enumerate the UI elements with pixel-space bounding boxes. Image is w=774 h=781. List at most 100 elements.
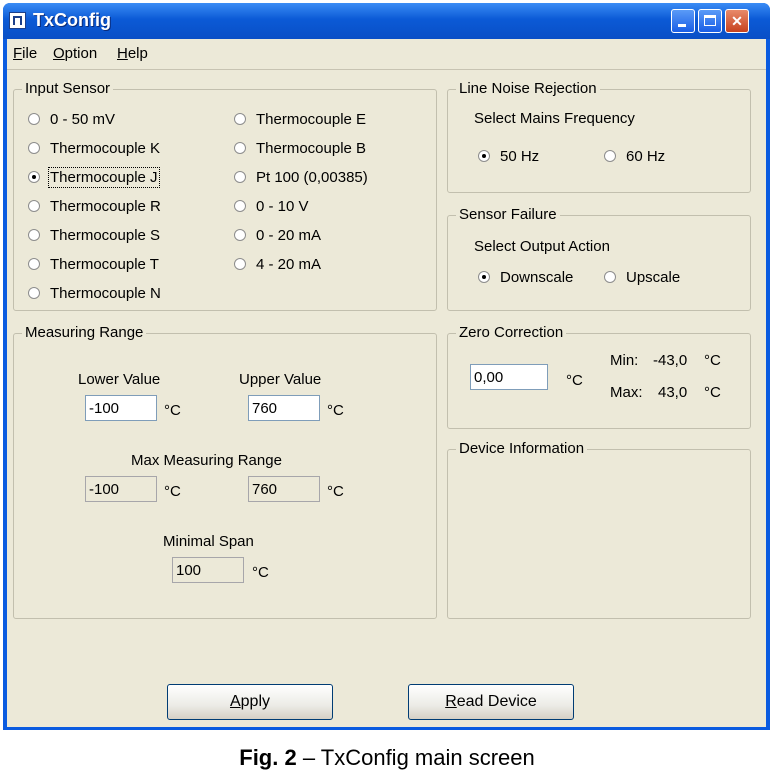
input-sensor-group: Input Sensor 0 - 50 mV Thermocouple K Ther…	[13, 80, 437, 311]
lower-value-input[interactable]	[85, 395, 157, 421]
max-value: 43,0	[658, 384, 688, 401]
sensor-label-thermocouple-t: Thermocouple T	[50, 255, 159, 273]
sensor-radio-0-50-mv[interactable]	[28, 113, 40, 125]
sensor-radio-thermocouple-j[interactable]	[28, 171, 40, 183]
max-upper-field	[248, 476, 320, 502]
sensor-label-0-50-mv: 0 - 50 mV	[50, 110, 116, 128]
sensor-label-thermocouple-j: Thermocouple J	[48, 166, 160, 188]
radio-50hz-label: 50 Hz	[500, 147, 540, 165]
sensor-failure-group: Sensor Failure Select Output Action Down…	[447, 206, 751, 311]
minimal-span-field	[172, 557, 244, 583]
radio-60hz[interactable]: 60 Hz	[604, 145, 665, 167]
max-range-label: Max Measuring Range	[131, 452, 282, 469]
sensor-radio-thermocouple-r[interactable]	[28, 200, 40, 212]
sensor-failure-title: Sensor Failure	[456, 206, 560, 223]
sensor-radio-thermocouple-b[interactable]	[234, 142, 246, 154]
max-label: Max:	[610, 384, 643, 401]
title-bar[interactable]: TxConfig ✕	[3, 3, 770, 39]
radio-50hz-dot[interactable]	[478, 150, 490, 162]
output-action-prompt: Select Output Action	[474, 238, 610, 255]
menu-file[interactable]: File	[13, 45, 37, 62]
sensor-option-thermocouple-e[interactable]: Thermocouple E	[234, 108, 366, 130]
sensor-option-pt-100-0-00385[interactable]: Pt 100 (0,00385)	[234, 166, 368, 188]
sensor-option-thermocouple-r[interactable]: Thermocouple R	[28, 195, 161, 217]
sensor-label-4-20-ma: 4 - 20 mA	[256, 255, 322, 273]
sensor-option-4-20-ma[interactable]: 4 - 20 mA	[234, 253, 321, 275]
radio-upscale-dot[interactable]	[604, 271, 616, 283]
min-label: Min:	[610, 352, 639, 369]
zero-correction-title: Zero Correction	[456, 324, 567, 341]
radio-upscale[interactable]: Upscale	[604, 266, 680, 288]
sensor-option-thermocouple-n[interactable]: Thermocouple N	[28, 282, 161, 304]
upper-value-unit: °C	[327, 402, 344, 419]
radio-downscale-label: Downscale	[500, 268, 574, 286]
sensor-radio-thermocouple-k[interactable]	[28, 142, 40, 154]
upper-value-input[interactable]	[248, 395, 320, 421]
radio-50hz[interactable]: 50 Hz	[478, 145, 539, 167]
sensor-label-thermocouple-n: Thermocouple N	[50, 284, 161, 302]
maximize-button[interactable]	[698, 9, 722, 33]
mains-frequency-prompt: Select Mains Frequency	[474, 110, 635, 127]
sensor-radio-thermocouple-e[interactable]	[234, 113, 246, 125]
sensor-radio-pt-100-0-00385[interactable]	[234, 171, 246, 183]
device-info-group: Device Information	[447, 440, 751, 619]
sensor-option-thermocouple-b[interactable]: Thermocouple B	[234, 137, 366, 159]
apply-label: pply	[240, 693, 271, 710]
app-window: TxConfig ✕ File Option Help Input Sensor…	[3, 3, 770, 730]
radio-downscale-dot[interactable]	[478, 271, 490, 283]
menu-help-mnemonic: H	[117, 45, 128, 62]
apply-button[interactable]: Apply	[167, 684, 333, 720]
menu-option[interactable]: Option	[53, 45, 97, 62]
sensor-option-thermocouple-k[interactable]: Thermocouple K	[28, 137, 160, 159]
sensor-option-thermocouple-j[interactable]: Thermocouple J	[28, 166, 160, 188]
figure-caption: Fig. 2 – TxConfig main screen	[0, 745, 774, 771]
close-button[interactable]: ✕	[725, 9, 749, 33]
minimal-span-unit: °C	[252, 564, 269, 581]
lower-value-label: Lower Value	[78, 371, 161, 388]
sensor-option-0-20-ma[interactable]: 0 - 20 mA	[234, 224, 321, 246]
sensor-radio-0-10-v[interactable]	[234, 200, 246, 212]
menu-help[interactable]: Help	[117, 45, 148, 62]
max-lower-unit: °C	[164, 483, 181, 500]
window-title: TxConfig	[33, 10, 111, 30]
radio-upscale-label: Upscale	[626, 268, 681, 286]
sensor-radio-thermocouple-t[interactable]	[28, 258, 40, 270]
sensor-option-thermocouple-t[interactable]: Thermocouple T	[28, 253, 159, 275]
input-sensor-title: Input Sensor	[22, 80, 114, 97]
sensor-radio-thermocouple-n[interactable]	[28, 287, 40, 299]
sensor-radio-4-20-ma[interactable]	[234, 258, 246, 270]
read-device-label: ead Device	[456, 693, 537, 710]
max-lower-field	[85, 476, 157, 502]
sensor-option-0-10-v[interactable]: 0 - 10 V	[234, 195, 309, 217]
zero-correction-input[interactable]	[470, 364, 548, 390]
radio-60hz-dot[interactable]	[604, 150, 616, 162]
client-area: File Option Help Input Sensor 0 - 50 mV T…	[7, 39, 766, 727]
read-device-mnemonic: R	[445, 693, 457, 710]
radio-60hz-label: 60 Hz	[626, 147, 666, 165]
menu-option-mnemonic: O	[53, 45, 65, 62]
read-device-button[interactable]: Read Device	[408, 684, 574, 720]
max-unit: °C	[704, 384, 721, 401]
menu-option-label: ption	[64, 45, 98, 62]
apply-mnemonic: A	[229, 693, 241, 710]
device-info-title: Device Information	[456, 440, 588, 457]
zero-correction-group: Zero Correction °C Min: -43,0 °C Max: 43…	[447, 324, 751, 429]
sensor-label-thermocouple-s: Thermocouple S	[50, 226, 161, 244]
caption-text: – TxConfig main screen	[296, 745, 535, 770]
zero-correction-unit: °C	[566, 372, 583, 389]
menu-file-mnemonic: F	[13, 45, 23, 62]
radio-downscale[interactable]: Downscale	[478, 266, 573, 288]
line-noise-title: Line Noise Rejection	[456, 80, 600, 97]
sensor-option-thermocouple-s[interactable]: Thermocouple S	[28, 224, 160, 246]
app-icon[interactable]	[9, 12, 26, 29]
sensor-label-thermocouple-e: Thermocouple E	[256, 110, 367, 128]
sensor-radio-thermocouple-s[interactable]	[28, 229, 40, 241]
sensor-radio-0-20-ma[interactable]	[234, 229, 246, 241]
lower-value-unit: °C	[164, 402, 181, 419]
minimize-button[interactable]	[671, 9, 695, 33]
min-value: -43,0	[653, 352, 688, 369]
sensor-label-thermocouple-b: Thermocouple B	[256, 139, 367, 157]
sensor-label-pt-100-0-00385: Pt 100 (0,00385)	[256, 168, 368, 186]
measuring-range-group: Measuring Range Lower Value Upper Value …	[13, 324, 437, 619]
sensor-option-0-50-mv[interactable]: 0 - 50 mV	[28, 108, 115, 130]
